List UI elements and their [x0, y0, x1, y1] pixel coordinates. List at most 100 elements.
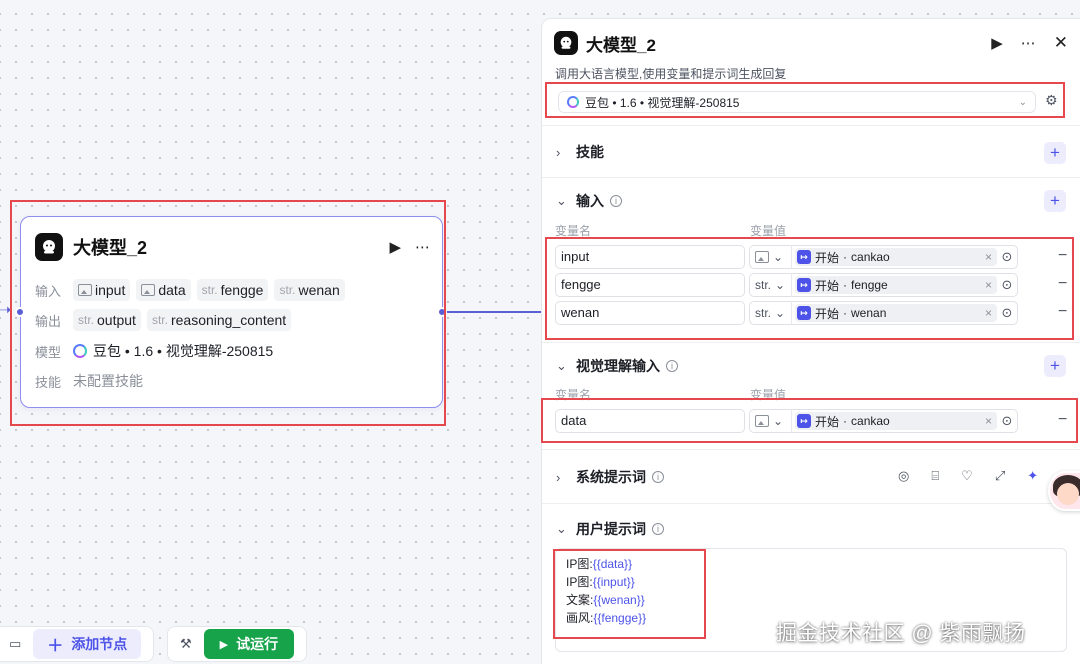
watermark: 掘金技术社区 @ 紫雨飘扬: [776, 622, 1026, 645]
close-icon[interactable]: ✕: [1054, 33, 1068, 53]
panel-description: 调用大语言模型,使用变量和提示词生成回复: [555, 67, 787, 81]
minimap-icon[interactable]: ▭: [9, 636, 21, 652]
lightbulb-icon[interactable]: ♡: [961, 468, 973, 484]
start-node-icon: ↦: [797, 414, 811, 428]
section-title: 输入: [576, 193, 604, 209]
divider: [542, 449, 1080, 450]
chevron-down-icon: ⌄: [773, 250, 784, 264]
variable-type-select[interactable]: str. ⌄: [749, 301, 791, 325]
variable-reference[interactable]: ↦ 开始 · fengge × ⊙: [791, 273, 1018, 297]
variable-name-input[interactable]: fengge: [555, 273, 745, 297]
image-icon: [78, 284, 92, 296]
model-value: 豆包 • 1.6 • 视觉理解-250815: [93, 343, 274, 359]
info-icon[interactable]: i: [666, 360, 678, 372]
sparkle-icon[interactable]: ✦: [1027, 468, 1038, 484]
section-vision-input[interactable]: ⌄ 视觉理解输入 i: [556, 354, 1066, 378]
variable-name-input[interactable]: input: [555, 245, 745, 269]
remove-variable-button[interactable]: −: [1058, 411, 1067, 429]
divider: [542, 342, 1080, 343]
variable-type-select[interactable]: ⌄: [749, 245, 791, 269]
section-title: 技能: [576, 144, 604, 160]
gear-icon[interactable]: ⚙: [1045, 92, 1058, 109]
plus-icon: ＋: [47, 638, 64, 655]
compass-icon[interactable]: ◎: [898, 468, 909, 484]
variable-type-select[interactable]: ⌄: [749, 409, 791, 433]
prompt-library-icon[interactable]: ⌸: [931, 468, 939, 484]
model-label: 模型: [35, 344, 62, 360]
add-vision-input-button[interactable]: +: [1044, 355, 1066, 377]
input-variable-row: fengge str. ⌄ ↦ 开始 · fengge × ⊙ −: [555, 273, 1077, 297]
node-input-port[interactable]: [15, 307, 25, 317]
reference-picker-icon[interactable]: ⊙: [997, 249, 1017, 265]
start-node-icon: ↦: [797, 250, 811, 264]
section-input[interactable]: ⌄ 输入 i: [556, 189, 1066, 213]
variable-reference[interactable]: ↦ 开始 · cankao × ⊙: [791, 409, 1018, 433]
chevron-right-icon: ›: [556, 469, 561, 485]
input-variable-row: input ⌄ ↦ 开始 · cankao × ⊙ −: [555, 245, 1077, 269]
section-title: 系统提示词: [576, 469, 646, 485]
input-tag: str. fengge: [196, 279, 269, 301]
remove-variable-button[interactable]: −: [1058, 247, 1067, 265]
debug-tool-icon[interactable]: ⚒: [180, 636, 192, 652]
input-tag: data: [136, 279, 191, 301]
test-run-button[interactable]: ▶ 试运行: [203, 629, 295, 659]
more-icon[interactable]: ⋯: [415, 238, 430, 256]
section-skills[interactable]: › 技能: [556, 140, 1066, 164]
info-icon[interactable]: i: [610, 195, 622, 207]
prompt-line: IP图:{{input}}: [566, 575, 635, 589]
variable-reference[interactable]: ↦ 开始 · wenan × ⊙: [791, 301, 1018, 325]
variable-reference[interactable]: ↦ 开始 · cankao × ⊙: [791, 245, 1018, 269]
info-icon[interactable]: i: [652, 523, 664, 535]
clear-icon[interactable]: ×: [985, 306, 992, 320]
start-node-icon: ↦: [797, 278, 811, 292]
output-tag: str. output: [73, 309, 141, 331]
llm-node[interactable]: 大模型_2 ▶ ⋯ 输入 input data str. fengge str. w…: [20, 216, 443, 408]
llm-logo-icon: [35, 233, 63, 261]
remove-variable-button[interactable]: −: [1058, 303, 1067, 321]
chevron-right-icon: ›: [556, 144, 561, 160]
add-input-button[interactable]: +: [1044, 190, 1066, 212]
clear-icon[interactable]: ×: [985, 250, 992, 264]
canvas-toolbar-left: ▭ ＋添加节点: [0, 626, 154, 662]
reference-picker-icon[interactable]: ⊙: [997, 305, 1017, 321]
col-header-name: 变量名: [555, 388, 592, 402]
chevron-down-icon: ⌄: [556, 193, 567, 208]
variable-name-input[interactable]: data: [555, 409, 745, 433]
info-icon[interactable]: i: [652, 471, 664, 483]
input-label: 输入: [35, 283, 62, 299]
assistant-avatar[interactable]: [1048, 471, 1080, 511]
node-config-panel: 大模型_2 ▶ ⋯ ✕ 调用大语言模型,使用变量和提示词生成回复 豆包 • 1.…: [541, 18, 1080, 664]
more-icon[interactable]: ⋯: [1021, 34, 1036, 52]
image-icon: [755, 251, 769, 263]
add-node-button[interactable]: ＋添加节点: [33, 629, 142, 659]
output-label: 输出: [35, 313, 62, 329]
chevron-down-icon: ⌄: [775, 278, 786, 292]
section-title: 用户提示词: [576, 521, 646, 537]
skills-label: 技能: [35, 374, 62, 390]
reference-picker-icon[interactable]: ⊙: [997, 413, 1017, 429]
section-user-prompt[interactable]: ⌄ 用户提示词 i: [556, 517, 1066, 541]
divider: [542, 125, 1080, 126]
prompt-line: IP图:{{data}}: [566, 557, 633, 571]
variable-type-select[interactable]: str. ⌄: [749, 273, 791, 297]
clear-icon[interactable]: ×: [985, 278, 992, 292]
variable-name-input[interactable]: wenan: [555, 301, 745, 325]
reference-picker-icon[interactable]: ⊙: [997, 277, 1017, 293]
node-output-port[interactable]: [437, 307, 447, 317]
divider: [542, 177, 1080, 178]
run-node-icon[interactable]: ▶: [991, 34, 1003, 52]
model-select[interactable]: 豆包 • 1.6 • 视觉理解-250815 ⌄: [558, 91, 1036, 113]
clear-icon[interactable]: ×: [985, 414, 992, 428]
divider: [542, 503, 1080, 504]
incoming-edge-arrow: ➝: [0, 302, 12, 319]
doubao-model-icon: [73, 344, 87, 358]
remove-variable-button[interactable]: −: [1058, 275, 1067, 293]
col-header-name: 变量名: [555, 224, 592, 238]
expand-icon[interactable]: ⤢: [995, 468, 1005, 484]
doubao-model-icon: [567, 96, 579, 108]
run-node-icon[interactable]: ▶: [389, 238, 401, 256]
panel-title: 大模型_2: [586, 35, 656, 55]
canvas-toolbar-right: ⚒ ▶ 试运行: [167, 626, 307, 662]
add-skill-button[interactable]: +: [1044, 142, 1066, 164]
llm-logo-icon: [554, 31, 578, 55]
